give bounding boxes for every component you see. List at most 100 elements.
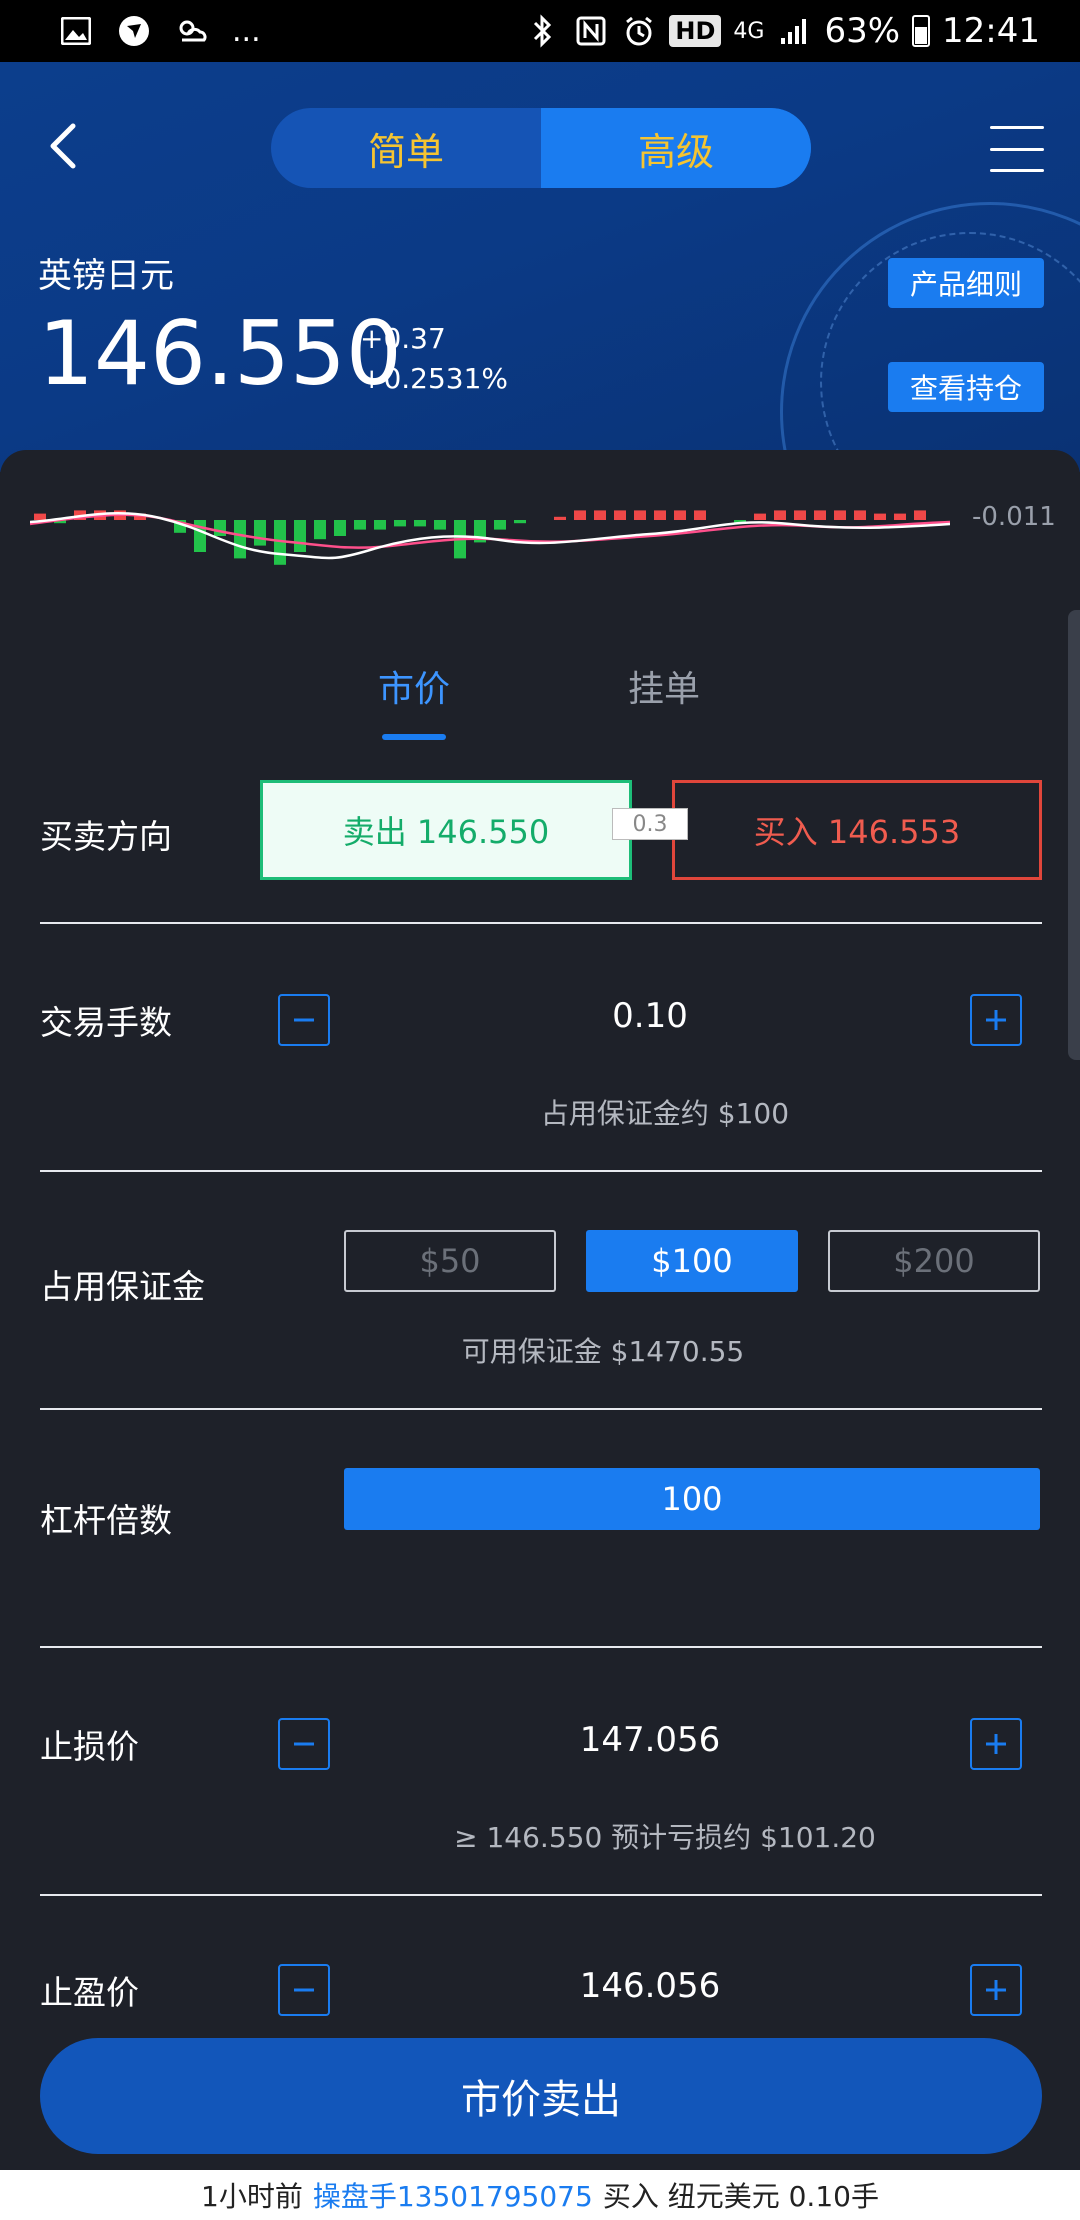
lots-margin-hint: 占用保证金约 $100	[540, 1097, 790, 1130]
margin-option-50[interactable]: $50	[344, 1230, 556, 1292]
activity-ticker: 1小时前 操盘手13501795075 买入 纽元美元 0.10手	[0, 2170, 1080, 2220]
sparkline-bar	[254, 520, 266, 546]
margin-option-200[interactable]: $200	[828, 1230, 1040, 1292]
sparkline-bar	[314, 520, 326, 540]
sparkline-bar	[914, 510, 926, 520]
divider	[40, 1894, 1042, 1896]
alarm-icon	[621, 13, 657, 49]
pair-name: 英镑日元	[38, 256, 174, 296]
sparkline-bar	[494, 520, 506, 530]
sparkline-bar	[574, 510, 586, 520]
divider	[40, 1646, 1042, 1648]
take-profit-label: 止盈价	[40, 1973, 139, 2012]
plus-icon	[986, 1010, 1006, 1030]
margin-option-100[interactable]: $100	[586, 1230, 798, 1292]
sparkline-bar	[234, 520, 246, 559]
stop-loss-value[interactable]: 147.056	[300, 1720, 1000, 1760]
direction-label: 买卖方向	[40, 817, 172, 856]
stop-loss-label: 止损价	[40, 1727, 139, 1766]
active-tab-indicator	[382, 734, 446, 740]
sparkline-bar	[874, 513, 886, 520]
status-left: ...	[58, 13, 261, 49]
hd-badge: HD	[669, 15, 722, 47]
mode-segmented-control: 简单 高级	[271, 108, 811, 188]
segment-simple[interactable]: 简单	[271, 108, 541, 188]
nfc-icon	[573, 13, 609, 49]
sparkline-bar	[754, 513, 766, 520]
sparkline-bar	[294, 520, 306, 552]
sparkline-bar	[414, 520, 426, 527]
ticker-user[interactable]: 操盘手13501795075	[313, 2175, 593, 2215]
price-change-pct: +0.2531%	[360, 362, 509, 395]
order-panel: -0.011 市价 挂单 买卖方向 卖出 146.550 买入 146.553 …	[0, 450, 1080, 2170]
sparkline-value: -0.011	[972, 502, 1056, 532]
hamburger-icon-line	[990, 169, 1044, 172]
sparkline-bar	[374, 520, 386, 530]
divider	[40, 922, 1042, 924]
current-price: 146.550	[38, 302, 402, 405]
back-button[interactable]	[38, 116, 86, 176]
signal-icon	[776, 13, 812, 49]
spread-badge: 0.3	[612, 808, 688, 840]
sparkline-bar	[854, 510, 866, 520]
lots-value[interactable]: 0.10	[300, 996, 1000, 1036]
weather-icon	[174, 13, 210, 49]
network-type: 4G	[733, 18, 765, 44]
stop-loss-increase-button[interactable]	[970, 1718, 1022, 1770]
price-change-abs: +0.37	[360, 322, 446, 355]
take-profit-value[interactable]: 146.056	[300, 1966, 1000, 2006]
order-type-tabs: 市价 挂单	[0, 660, 1080, 740]
sparkline-bar	[394, 520, 406, 527]
menu-button[interactable]	[990, 126, 1044, 172]
lots-increase-button[interactable]	[970, 994, 1022, 1046]
ticker-action: 买入 纽元美元 0.10手	[602, 2180, 879, 2213]
battery-percent: 63%	[824, 11, 901, 51]
sparkline-bar	[694, 510, 706, 520]
more-notifications: ...	[232, 13, 261, 49]
sparkline-bar	[194, 520, 206, 552]
sparkline-bar	[554, 516, 566, 520]
sparkline-bar	[654, 510, 666, 520]
sparkline-bar	[514, 520, 526, 524]
view-positions-button[interactable]: 查看持仓	[888, 362, 1044, 412]
plus-icon	[986, 1980, 1006, 2000]
margin-label: 占用保证金	[40, 1267, 205, 1306]
quote-header: 简单 高级 英镑日元 146.550 +0.37 +0.2531% 产品细则 查…	[0, 62, 1080, 472]
sparkline-macd-line	[30, 512, 950, 560]
segment-advanced[interactable]: 高级	[541, 108, 811, 188]
sparkline-bar	[634, 510, 646, 520]
market-sell-submit-button[interactable]: 市价卖出	[40, 2038, 1042, 2154]
product-rules-button[interactable]: 产品细则	[888, 258, 1044, 308]
sparkline-bar	[614, 510, 626, 520]
sparkline-bar	[794, 510, 806, 520]
gallery-icon	[58, 13, 94, 49]
sparkline-bar	[674, 510, 686, 520]
sparkline-bar	[894, 513, 906, 520]
tab-market[interactable]: 市价	[378, 660, 450, 712]
status-right: HD 4G 63% 12:41	[525, 11, 1040, 51]
leverage-value[interactable]: 100	[344, 1468, 1040, 1530]
available-margin-hint: 可用保证金 $1470.55	[461, 1335, 745, 1368]
price-sparkline	[30, 510, 950, 565]
sparkline-bar	[834, 510, 846, 520]
stop-loss-hint: ≥ 146.550 预计亏损约 $101.20	[454, 1821, 876, 1854]
divider	[40, 1170, 1042, 1172]
sparkline-bar	[594, 510, 606, 520]
sparkline-bar	[334, 520, 346, 536]
app-notification-icon	[116, 13, 152, 49]
plus-icon	[986, 1734, 1006, 1754]
sparkline-bar	[354, 520, 366, 530]
sparkline-bar	[774, 510, 786, 520]
bluetooth-icon	[525, 13, 561, 49]
buy-button[interactable]: 买入 146.553	[672, 780, 1042, 880]
hamburger-icon-line	[990, 126, 1044, 129]
clock: 12:41	[942, 11, 1040, 51]
sell-button[interactable]: 卖出 146.550	[260, 780, 632, 880]
tab-pending[interactable]: 挂单	[628, 660, 700, 712]
divider	[40, 1408, 1042, 1410]
status-bar: ... HD 4G 63% 12:41	[0, 0, 1080, 62]
take-profit-increase-button[interactable]	[970, 1964, 1022, 2016]
chevron-left-icon	[50, 123, 76, 169]
lots-label: 交易手数	[40, 1003, 172, 1042]
sparkline-bar	[214, 520, 226, 536]
